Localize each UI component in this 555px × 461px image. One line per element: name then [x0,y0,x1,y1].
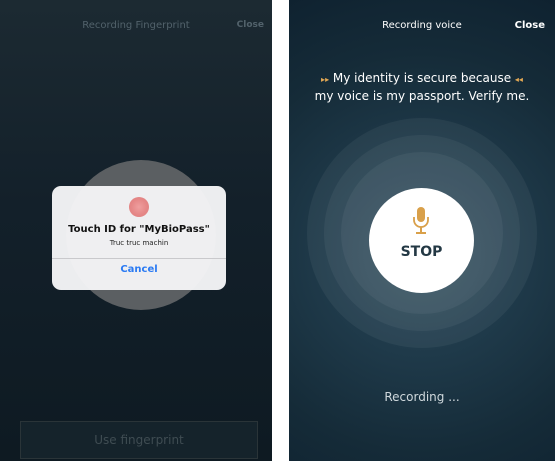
recording-status: Recording ... [384,390,460,404]
arrow-right-icon: ◂◂ [514,75,523,84]
close-button[interactable]: Close [237,20,264,30]
dialog-divider [52,258,226,259]
screen-title: Recording Fingerprint [82,20,190,31]
touch-id-dialog: Touch ID for "MyBioPass" Truc truc machi… [52,186,226,290]
stop-button[interactable]: STOP [369,188,474,293]
microphone-icon [413,207,429,234]
arrow-left-icon: ▸▸ [321,75,330,84]
dialog-title: Touch ID for "MyBioPass" [68,224,210,235]
fingerprint-screen: Recording Fingerprint Close Touch ID for… [0,0,272,461]
use-fingerprint-button[interactable]: Use fingerprint [20,421,258,459]
fingerprint-icon [129,197,149,217]
prompt-line-1: My identity is secure because [332,71,512,85]
passphrase-prompt: ▸▸ My identity is secure because ◂◂ my v… [297,70,547,105]
stop-label: STOP [400,244,443,260]
close-button[interactable]: Close [515,20,545,31]
cancel-button[interactable]: Cancel [52,264,226,275]
dialog-subtitle: Truc truc machin [109,239,169,247]
voice-screen: Recording voice Close ▸▸ My identity is … [289,0,555,461]
prompt-line-2: my voice is my passport. Verify me. [314,89,530,103]
